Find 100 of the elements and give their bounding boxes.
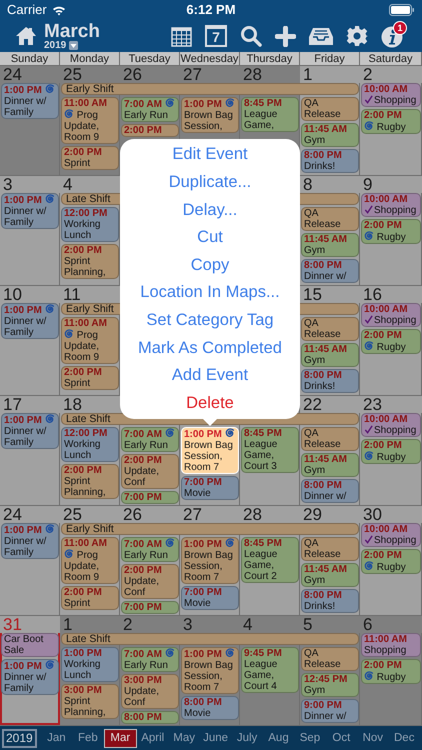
event-card[interactable]: 8:00 PM Drinks! [301, 369, 359, 393]
event-card[interactable]: 2:00 PM Rugby [361, 329, 421, 354]
event-card[interactable]: 7:00 AM Early Run [121, 647, 179, 672]
menu-item[interactable]: Delay... [120, 196, 300, 224]
event-card[interactable]: 10:00 AM Shopping [361, 413, 421, 437]
month-grid-icon[interactable] [171, 26, 192, 46]
event-card[interactable]: 10:00 AM Shopping [361, 523, 421, 547]
event-card[interactable]: 9:00 PM Dinner w/ [301, 699, 359, 723]
event-card[interactable]: QA Release [301, 317, 359, 341]
month-tab[interactable]: May [168, 730, 200, 746]
event-card[interactable]: 1:00 PM Dinner w/ Family [1, 83, 59, 119]
event-card[interactable]: 11:00 AM Prog Update, Room 9 [61, 317, 119, 364]
menu-item[interactable]: Set Category Tag [120, 306, 300, 334]
event-card[interactable]: 1:00 PM Dinner w/ Family [1, 523, 59, 559]
month-tab[interactable]: July [231, 730, 263, 746]
event-card[interactable]: QA Release [301, 427, 359, 451]
event-banner[interactable]: Early Shift [61, 523, 359, 535]
month-tab[interactable]: April [137, 730, 168, 746]
event-card[interactable]: 3:00 PM Update, Conf [121, 674, 179, 709]
event-card[interactable]: 10:00 AM Shopping [361, 193, 421, 217]
event-card[interactable]: 2:00 PM Rugby [361, 219, 421, 244]
home-icon[interactable] [15, 26, 37, 46]
year-label[interactable]: 2019 [44, 40, 66, 50]
event-card[interactable]: 1:00 PM Dinner w/ Family [1, 193, 59, 229]
event-card[interactable]: 7:00 PM Movie [181, 476, 239, 500]
event-card[interactable]: 7:00 AM Early Run [121, 537, 179, 562]
event-card[interactable]: 1:00 PM Brown Bag Session, Room 7 [181, 427, 239, 474]
event-card[interactable]: 1:00 PM Brown Bag Session, [181, 97, 239, 133]
year-button[interactable]: 2019 [2, 728, 37, 748]
month-title[interactable]: March [44, 22, 100, 40]
event-card[interactable]: QA Release [301, 97, 359, 121]
month-tab[interactable]: Jan [40, 730, 72, 746]
event-card[interactable]: 2:00 PM Sprint Planning, [61, 244, 119, 279]
settings-icon[interactable] [346, 25, 368, 47]
event-card[interactable]: 7:00 PM [121, 601, 179, 614]
event-card[interactable]: 2:00 PM Update, Conf [121, 564, 179, 599]
event-card[interactable]: 11:00 AM Prog Update, Room 9 [61, 97, 119, 144]
event-card[interactable]: 7:00 PM Movie [181, 586, 239, 610]
event-card[interactable]: 2:00 PM [121, 124, 179, 137]
event-card[interactable]: 8:00 PM Drinks! [301, 149, 359, 173]
menu-item[interactable]: Add Event [120, 362, 300, 390]
event-card[interactable]: 2:00 PM Rugby [361, 109, 421, 134]
event-card[interactable]: 8:45 PM League Game, [241, 97, 299, 132]
event-card[interactable]: 7:00 PM [121, 491, 179, 504]
event-banner[interactable]: Early Shift [61, 83, 359, 95]
event-card[interactable]: 8:45 PM League Game, Court 2 [241, 537, 299, 583]
event-card[interactable]: Car Boot Sale [1, 633, 59, 657]
menu-item[interactable]: Copy [120, 251, 300, 279]
event-card[interactable]: 12:45 PM Gym [301, 673, 359, 697]
event-card[interactable]: 1:00 PM Dinner w/ Family [1, 413, 59, 449]
menu-item[interactable]: Edit Event [120, 141, 300, 169]
event-card[interactable]: QA Release [301, 207, 359, 231]
event-card[interactable]: 8:00 PM Movie [181, 696, 239, 720]
event-card[interactable]: 8:00 PM Dinner w/ [301, 259, 359, 283]
event-card[interactable]: 11:45 AM Gym [301, 453, 359, 477]
event-banner[interactable]: Late Shift [61, 633, 359, 645]
event-card[interactable]: 1:00 PM Brown Bag Session, Room 7 [181, 647, 239, 694]
event-card[interactable]: 2:00 PM Rugby [361, 549, 421, 574]
event-card[interactable]: 7:00 AM Early Run [121, 97, 179, 122]
event-card[interactable]: 2:00 PM Update, Conf [121, 454, 179, 489]
month-tab[interactable]: June [200, 730, 232, 746]
month-tab[interactable]: Sep [294, 730, 326, 746]
event-card[interactable]: 2:00 PM Sprint [61, 146, 119, 170]
search-icon[interactable] [240, 25, 262, 47]
dropdown-icon[interactable] [69, 41, 78, 50]
event-card[interactable]: 1:00 PM Working Lunch [61, 647, 119, 682]
menu-item[interactable]: Duplicate... [120, 168, 300, 196]
event-card[interactable]: 2:00 PM Rugby [361, 439, 421, 464]
event-card[interactable]: 8:00 PM Drinks! [301, 589, 359, 613]
event-card[interactable]: 12:00 PM Working Lunch [61, 207, 119, 242]
event-card[interactable]: 2:00 PM Sprint [61, 366, 119, 390]
month-tab[interactable]: Dec [388, 730, 420, 746]
event-card[interactable]: 2:00 PM Sprint [61, 586, 119, 610]
event-card[interactable]: 11:00 AM Prog Update, Room 9 [61, 537, 119, 584]
event-card[interactable]: 3:00 PM Sprint Planning, [61, 684, 119, 719]
menu-item[interactable]: Mark As Completed [120, 334, 300, 362]
event-card[interactable]: 12:00 PM Working Lunch [61, 427, 119, 462]
event-card[interactable]: 8:00 PM Dinner w/ [301, 479, 359, 503]
event-card[interactable]: 9:45 PM League Game, Court 4 [241, 647, 299, 693]
event-card[interactable]: 11:45 AM Gym [301, 343, 359, 367]
event-card[interactable]: 10:00 AM Shopping [361, 83, 421, 107]
month-tab[interactable]: Nov [357, 730, 389, 746]
event-card[interactable]: 11:45 AM Gym [301, 233, 359, 257]
day-view-icon[interactable]: 7 [205, 25, 227, 47]
event-card[interactable]: 10:00 AM Shopping [361, 303, 421, 327]
event-card[interactable]: 2:00 PM Rugby [361, 659, 421, 684]
month-tab[interactable]: Oct [326, 730, 358, 746]
menu-item[interactable]: Cut [120, 224, 300, 252]
menu-item[interactable]: Location In Maps... [120, 278, 300, 307]
event-card[interactable]: 7:00 AM Early Run [121, 427, 179, 452]
event-card[interactable]: 2:00 PM Sprint Planning, [61, 464, 119, 499]
add-icon[interactable] [275, 26, 296, 46]
inbox-tray-icon[interactable] [309, 26, 333, 46]
event-card[interactable]: 1:00 PM Dinner w/ Family [1, 303, 59, 339]
event-card[interactable]: QA Release [301, 647, 359, 671]
event-card[interactable]: 11:45 AM Gym [301, 123, 359, 147]
month-tab[interactable]: Mar [104, 728, 138, 748]
event-card[interactable]: 11:45 AM Gym [301, 563, 359, 587]
event-card[interactable]: QA Release [301, 537, 359, 561]
month-tab[interactable]: Feb [72, 730, 104, 746]
